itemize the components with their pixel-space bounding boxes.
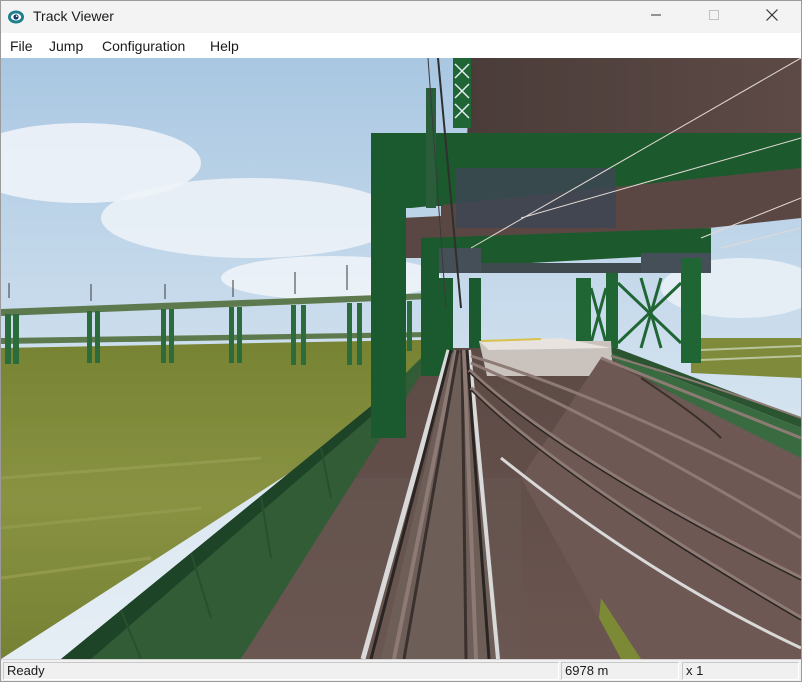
- close-icon: [765, 8, 779, 27]
- eye-icon: [7, 9, 25, 25]
- rail-scene: [1, 58, 801, 659]
- 3d-viewport[interactable]: [1, 58, 801, 659]
- track-viewer-window: Track Viewer File Jump Configuration Hel…: [0, 0, 802, 682]
- menu-bar: File Jump Configuration Help: [1, 33, 801, 58]
- menu-configuration[interactable]: Configuration: [102, 38, 185, 54]
- menu-jump[interactable]: Jump: [49, 38, 83, 54]
- maximize-icon: [708, 8, 720, 26]
- speed-multiplier: x 1: [682, 662, 799, 680]
- close-button[interactable]: [743, 1, 801, 33]
- status-bar: Ready 6978 m x 1: [1, 659, 801, 681]
- title-bar[interactable]: Track Viewer: [1, 1, 801, 33]
- menu-file[interactable]: File: [10, 38, 33, 54]
- status-text: Ready: [3, 662, 559, 680]
- maximize-button[interactable]: [685, 1, 743, 33]
- minimize-icon: [650, 8, 662, 26]
- minimize-button[interactable]: [627, 1, 685, 33]
- menu-help[interactable]: Help: [210, 38, 239, 54]
- window-title: Track Viewer: [33, 8, 114, 24]
- distance-readout: 6978 m: [561, 662, 679, 680]
